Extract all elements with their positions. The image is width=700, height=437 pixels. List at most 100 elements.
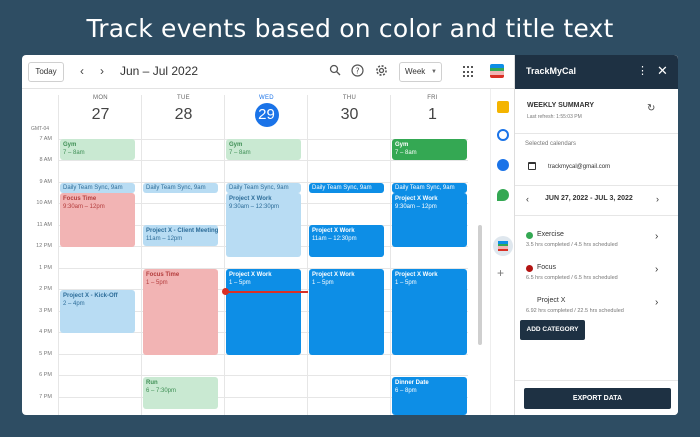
chevron-left-icon[interactable]: ‹	[80, 64, 84, 78]
event-project-x-work[interactable]: Project X Work 9:30am – 12pm	[392, 193, 467, 247]
today-button[interactable]: Today	[28, 62, 64, 82]
chevron-right-icon[interactable]: ›	[100, 64, 104, 78]
event-daily-team-sync[interactable]: Daily Team Sync, 9am	[392, 183, 467, 193]
event-time: 9am	[276, 185, 289, 191]
hour-label: 6 PM	[39, 372, 52, 378]
add-addon-icon[interactable]: +	[497, 267, 504, 279]
divider	[515, 215, 678, 216]
hour-label: 7 AM	[39, 136, 52, 142]
event-title: Daily Team Sync,	[63, 185, 110, 191]
day-divider	[307, 95, 308, 415]
export-data-button[interactable]: EXPORT DATA	[524, 388, 671, 409]
event-title: Project X Work	[229, 272, 272, 278]
event-project-x-work[interactable]: Project X Work 11am – 12:30pm	[309, 225, 384, 257]
event-time: 9:30am – 12:30pm	[229, 204, 280, 210]
event-daily-team-sync[interactable]: Daily Team Sync, 9am	[60, 183, 135, 193]
calendar-icon	[528, 162, 536, 170]
selected-calendars-label: Selected calendars	[525, 141, 577, 147]
event-time: 9:30am – 12pm	[63, 204, 105, 210]
more-vert-icon[interactable]: ⋮	[637, 65, 648, 77]
category-name: Focus	[537, 264, 557, 271]
event-focus-time[interactable]: Focus Time 1 – 5pm	[143, 269, 218, 355]
add-category-button[interactable]: ADD CATEGORY	[520, 320, 585, 340]
event-project-x-work[interactable]: Project X Work 1 – 5pm	[309, 269, 384, 355]
event-time: 11am – 12:30pm	[312, 236, 357, 242]
category-color-dot	[526, 265, 533, 272]
day-number[interactable]: 27	[59, 105, 142, 125]
event-project-x-work[interactable]: Project X Work 9:30am – 12:30pm	[226, 193, 301, 257]
tasks-icon[interactable]	[497, 129, 509, 141]
day-header-wed: WED 29	[225, 95, 308, 127]
event-project-x-kick-off[interactable]: Project X - Kick-Off 2 – 4pm	[60, 290, 135, 333]
event-focus-time[interactable]: Focus Time 9:30am – 12pm	[60, 193, 135, 247]
event-run[interactable]: Run 6 – 7:30pm	[143, 377, 218, 409]
hour-label: 11 AM	[36, 222, 52, 228]
chevron-left-icon[interactable]: ‹	[526, 194, 529, 204]
event-title: Project X Work	[395, 272, 438, 278]
summary-date-range: JUN 27, 2022 - JUL 3, 2022	[545, 195, 633, 202]
event-time: 9am	[442, 185, 455, 191]
view-select[interactable]: Week ▼	[399, 62, 442, 82]
event-title: Project X Work	[312, 228, 355, 234]
event-title: Focus Time	[63, 196, 97, 202]
date-range-title: Jun – Jul 2022	[120, 64, 199, 78]
day-number[interactable]: 30	[308, 105, 391, 125]
panel-title: TrackMyCal	[526, 66, 577, 76]
keep-icon[interactable]	[497, 101, 509, 113]
hour-line	[58, 160, 468, 161]
event-project-x-work[interactable]: Project X Work 1 – 5pm	[226, 269, 301, 355]
category-row-focus[interactable]: Focus 6.5 hrs completed / 6.5 hrs schedu…	[515, 260, 678, 290]
event-daily-team-sync[interactable]: Daily Team Sync, 9am	[226, 183, 301, 193]
category-detail: 6.92 hrs completed / 22.5 hrs scheduled	[526, 308, 624, 314]
maps-icon[interactable]	[497, 189, 509, 201]
week-grid[interactable]: 7 AM 8 AM 9 AM 10 AM 11 AM 12 PM 1 PM 2 …	[22, 95, 490, 415]
app-window: Today ‹ › Jun – Jul 2022 ? Week ▼ MON 27…	[22, 55, 678, 415]
close-icon[interactable]: ✕	[657, 64, 668, 78]
event-time: 1 – 5pm	[312, 280, 334, 286]
event-title: Project X Work	[312, 272, 355, 278]
category-row-project-x[interactable]: Project X 6.92 hrs completed / 22.5 hrs …	[515, 293, 678, 323]
trackmycal-addon-icon[interactable]	[493, 236, 513, 256]
contacts-icon[interactable]	[497, 159, 509, 171]
event-gym[interactable]: Gym 7 – 8am	[226, 139, 301, 160]
weekly-summary-title: WEEKLY SUMMARY	[527, 102, 595, 109]
day-name: MON	[93, 95, 108, 101]
apps-grid-icon[interactable]	[463, 66, 475, 78]
day-header-mon: MON 27	[59, 95, 142, 125]
event-gym[interactable]: Gym 7 – 8am	[392, 139, 467, 160]
chevron-right-icon[interactable]: ›	[655, 298, 658, 308]
event-daily-team-sync[interactable]: Daily Team Sync, 9am	[143, 183, 218, 193]
day-name: THU	[342, 95, 357, 101]
event-time: 7 – 8am	[229, 150, 251, 156]
trackmycal-logo-icon[interactable]	[490, 64, 504, 78]
event-time: 11am – 12pm	[146, 236, 183, 242]
search-icon[interactable]	[328, 64, 342, 78]
event-project-x-client-meeting[interactable]: Project X - Client Meeting 11am – 12pm	[143, 225, 218, 246]
hour-label: 1 PM	[39, 265, 52, 271]
event-daily-team-sync[interactable]: Daily Team Sync, 9am	[309, 183, 384, 193]
chevron-right-icon[interactable]: ›	[656, 194, 659, 204]
addon-strip: +	[490, 89, 514, 415]
day-number-today[interactable]: 29	[254, 103, 279, 127]
day-name: TUE	[177, 95, 190, 101]
gear-icon[interactable]	[374, 64, 388, 78]
event-project-x-work[interactable]: Project X Work 1 – 5pm	[392, 269, 467, 355]
day-divider	[390, 95, 391, 415]
chevron-right-icon[interactable]: ›	[655, 232, 658, 242]
day-number[interactable]: 1	[391, 105, 474, 125]
hour-label: 4 PM	[39, 329, 52, 335]
category-row-exercise[interactable]: Exercise 3.5 hrs completed / 4.5 hrs sch…	[515, 227, 678, 257]
event-dinner-date[interactable]: Dinner Date 6 – 8pm	[392, 377, 467, 415]
day-number[interactable]: 28	[142, 105, 225, 125]
help-icon[interactable]: ?	[350, 64, 364, 78]
event-title: Project X Work	[229, 196, 272, 202]
refresh-icon[interactable]: ↻	[647, 104, 655, 114]
event-time: 2 – 4pm	[63, 301, 85, 307]
chevron-right-icon[interactable]: ›	[655, 265, 658, 275]
hour-label: 12 PM	[36, 243, 52, 249]
event-gym[interactable]: Gym 7 – 8am	[60, 139, 135, 160]
hour-label: 8 AM	[39, 157, 52, 163]
event-time: 6 – 8pm	[395, 388, 417, 394]
scrollbar-thumb[interactable]	[478, 225, 482, 345]
event-title: Run	[146, 380, 158, 386]
